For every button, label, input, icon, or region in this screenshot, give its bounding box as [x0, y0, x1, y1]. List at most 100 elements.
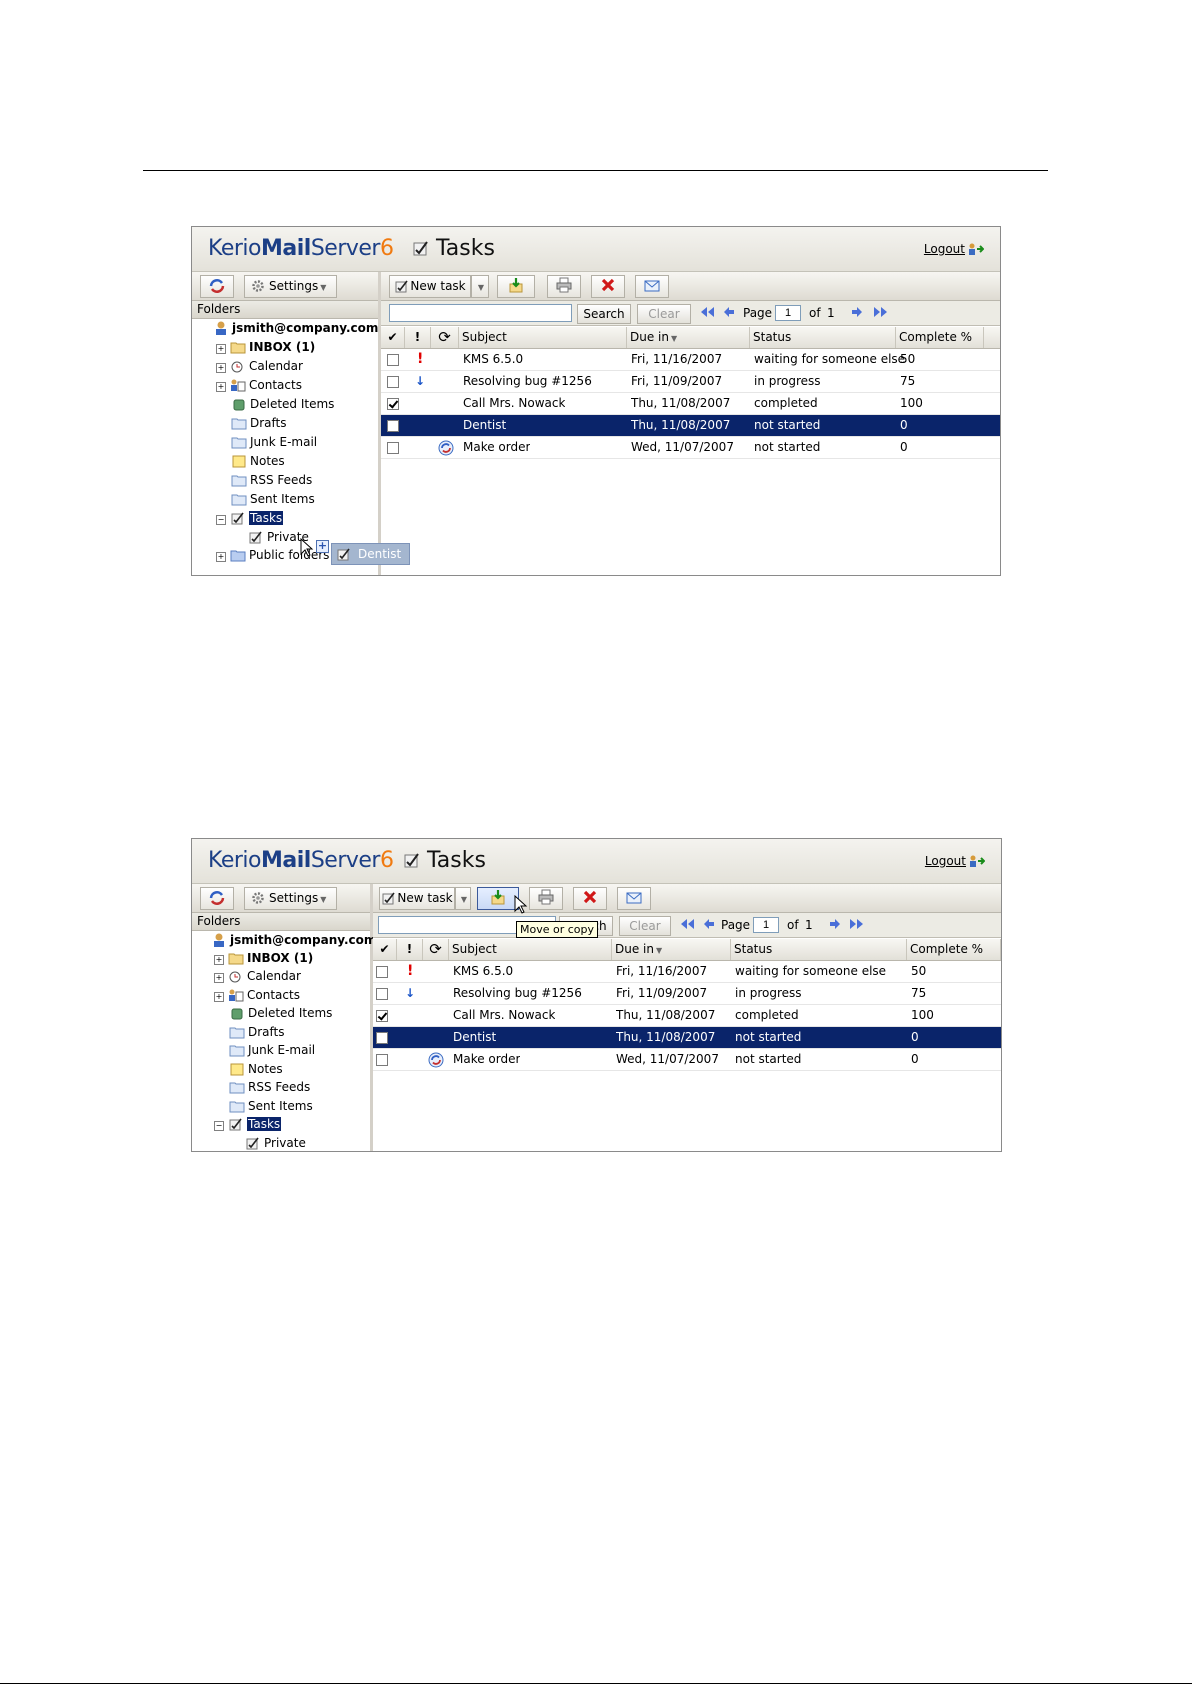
tree-item-drafts[interactable]: Drafts [231, 414, 287, 432]
column-check[interactable]: ✔ [381, 327, 405, 348]
folder-icon [231, 418, 247, 430]
next-page-icon[interactable] [851, 305, 863, 319]
column-priority[interactable]: ! [405, 327, 431, 348]
logout-link[interactable]: Logout [924, 242, 984, 256]
column-recurrence[interactable]: ⟳ [431, 327, 459, 348]
clear-button[interactable]: Clear [619, 916, 671, 936]
search-input[interactable] [389, 304, 572, 322]
column-complete[interactable]: Complete % [907, 939, 1001, 960]
tree-item-junk-email[interactable]: Junk E-mail [231, 433, 317, 451]
expand-icon[interactable]: + [216, 344, 226, 354]
tree-item-notes[interactable]: Notes [229, 1060, 283, 1078]
tree-item-private[interactable]: Private [245, 1134, 306, 1151]
expand-icon[interactable]: + [216, 552, 226, 562]
table-row[interactable]: ↓ Resolving bug #1256 Fri, 11/09/2007 in… [381, 371, 1000, 393]
tree-item-tasks[interactable]: − Tasks [216, 509, 284, 527]
tree-item-tasks[interactable]: − Tasks [214, 1115, 282, 1133]
expand-icon[interactable]: + [214, 955, 224, 965]
complete-checkbox[interactable] [376, 1010, 388, 1022]
expand-icon[interactable]: + [216, 363, 226, 373]
complete-checkbox[interactable] [387, 420, 399, 432]
print-button[interactable] [547, 275, 581, 298]
next-page-icon[interactable] [829, 917, 841, 931]
last-page-icon[interactable] [873, 305, 889, 319]
complete-checkbox[interactable] [376, 1054, 388, 1066]
complete-checkbox[interactable] [387, 398, 399, 410]
clear-button[interactable]: Clear [637, 304, 691, 324]
column-subject[interactable]: Subject [449, 939, 612, 960]
prev-page-icon[interactable] [723, 305, 735, 319]
collapse-icon[interactable]: − [214, 1121, 224, 1131]
tree-item-rss-feeds[interactable]: RSS Feeds [231, 471, 312, 489]
tree-item-calendar[interactable]: + Calendar [216, 357, 303, 375]
tree-item-contacts[interactable]: + Contacts [214, 986, 300, 1004]
table-row[interactable]: ! KMS 6.5.0 Fri, 11/16/2007 waiting for … [373, 961, 1001, 983]
column-due-in[interactable]: Due in ▼ [612, 939, 731, 960]
tree-account[interactable]: jsmith@company.com [213, 319, 378, 337]
column-status[interactable]: Status [750, 327, 896, 348]
column-due-in[interactable]: Due in ▼ [627, 327, 750, 348]
page-number-input[interactable] [775, 305, 801, 321]
table-row[interactable]: Call Mrs. Nowack Thu, 11/08/2007 complet… [373, 1005, 1001, 1027]
delete-button[interactable] [591, 275, 625, 298]
complete-checkbox[interactable] [387, 376, 399, 388]
table-row[interactable]: ↓ Resolving bug #1256 Fri, 11/09/2007 in… [373, 983, 1001, 1005]
tree-item-sent-items[interactable]: Sent Items [229, 1097, 313, 1115]
column-subject[interactable]: Subject [459, 327, 627, 348]
complete-checkbox[interactable] [387, 442, 399, 454]
delete-button[interactable] [573, 887, 607, 910]
complete-checkbox[interactable] [376, 966, 388, 978]
first-page-icon[interactable] [699, 305, 715, 319]
table-row[interactable]: Make order Wed, 11/07/2007 not started 0 [381, 437, 1000, 459]
send-email-button[interactable] [617, 887, 651, 910]
column-complete[interactable]: Complete % [896, 327, 984, 348]
tree-item-deleted-items[interactable]: Deleted Items [229, 1004, 332, 1022]
search-button[interactable]: Search [577, 304, 631, 324]
tree-item-notes[interactable]: Notes [231, 452, 285, 470]
complete-checkbox[interactable] [376, 988, 388, 1000]
complete-checkbox[interactable] [376, 1032, 388, 1044]
tree-item-drafts[interactable]: Drafts [229, 1023, 285, 1041]
new-task-dropdown-button[interactable]: ▼ [455, 887, 471, 910]
collapse-icon[interactable]: − [216, 515, 226, 525]
table-row[interactable]: Call Mrs. Nowack Thu, 11/08/2007 complet… [381, 393, 1000, 415]
move-or-copy-button[interactable] [497, 275, 535, 298]
tree-account[interactable]: jsmith@company.com [211, 931, 376, 949]
column-recurrence[interactable]: ⟳ [423, 939, 449, 960]
column-check[interactable]: ✔ [373, 939, 397, 960]
prev-page-icon[interactable] [703, 917, 715, 931]
tree-item-contacts[interactable]: + Contacts [216, 376, 302, 394]
print-button[interactable] [529, 887, 563, 910]
move-or-copy-button[interactable] [477, 887, 519, 910]
expand-icon[interactable]: + [214, 973, 224, 983]
table-row[interactable]: Make order Wed, 11/07/2007 not started 0 [373, 1049, 1001, 1071]
tree-item-deleted-items[interactable]: Deleted Items [231, 395, 334, 413]
expand-icon[interactable]: + [214, 992, 224, 1002]
page-label: Page [743, 306, 773, 320]
logout-link[interactable]: Logout [925, 854, 985, 868]
settings-button[interactable]: Settings ▼ [244, 887, 338, 910]
new-task-dropdown-button[interactable]: ▼ [471, 275, 489, 298]
complete-checkbox[interactable] [387, 354, 399, 366]
refresh-button[interactable] [200, 887, 234, 910]
tree-item-inbox[interactable]: + INBOX (1) [214, 949, 313, 967]
expand-icon[interactable]: + [216, 382, 226, 392]
tree-item-inbox[interactable]: + INBOX (1) [216, 338, 315, 356]
refresh-button[interactable] [200, 275, 234, 298]
last-page-icon[interactable] [849, 917, 865, 931]
tree-item-sent-items[interactable]: Sent Items [231, 490, 315, 508]
new-task-button[interactable]: New task [379, 887, 455, 910]
table-row-selected[interactable]: Dentist Thu, 11/08/2007 not started 0 [381, 415, 1000, 437]
tree-item-rss-feeds[interactable]: RSS Feeds [229, 1078, 310, 1096]
column-priority[interactable]: ! [397, 939, 423, 960]
table-row[interactable]: ! KMS 6.5.0 Fri, 11/16/2007 waiting for … [381, 349, 1000, 371]
settings-button[interactable]: Settings ▼ [244, 275, 338, 298]
column-status[interactable]: Status [731, 939, 907, 960]
first-page-icon[interactable] [679, 917, 695, 931]
tree-item-calendar[interactable]: + Calendar [214, 967, 301, 985]
send-email-button[interactable] [635, 275, 669, 298]
tree-item-junk-email[interactable]: Junk E-mail [229, 1041, 315, 1059]
new-task-button[interactable]: New task [389, 275, 471, 298]
table-row-selected[interactable]: Dentist Thu, 11/08/2007 not started 0 [373, 1027, 1001, 1049]
page-number-input[interactable] [753, 917, 779, 933]
